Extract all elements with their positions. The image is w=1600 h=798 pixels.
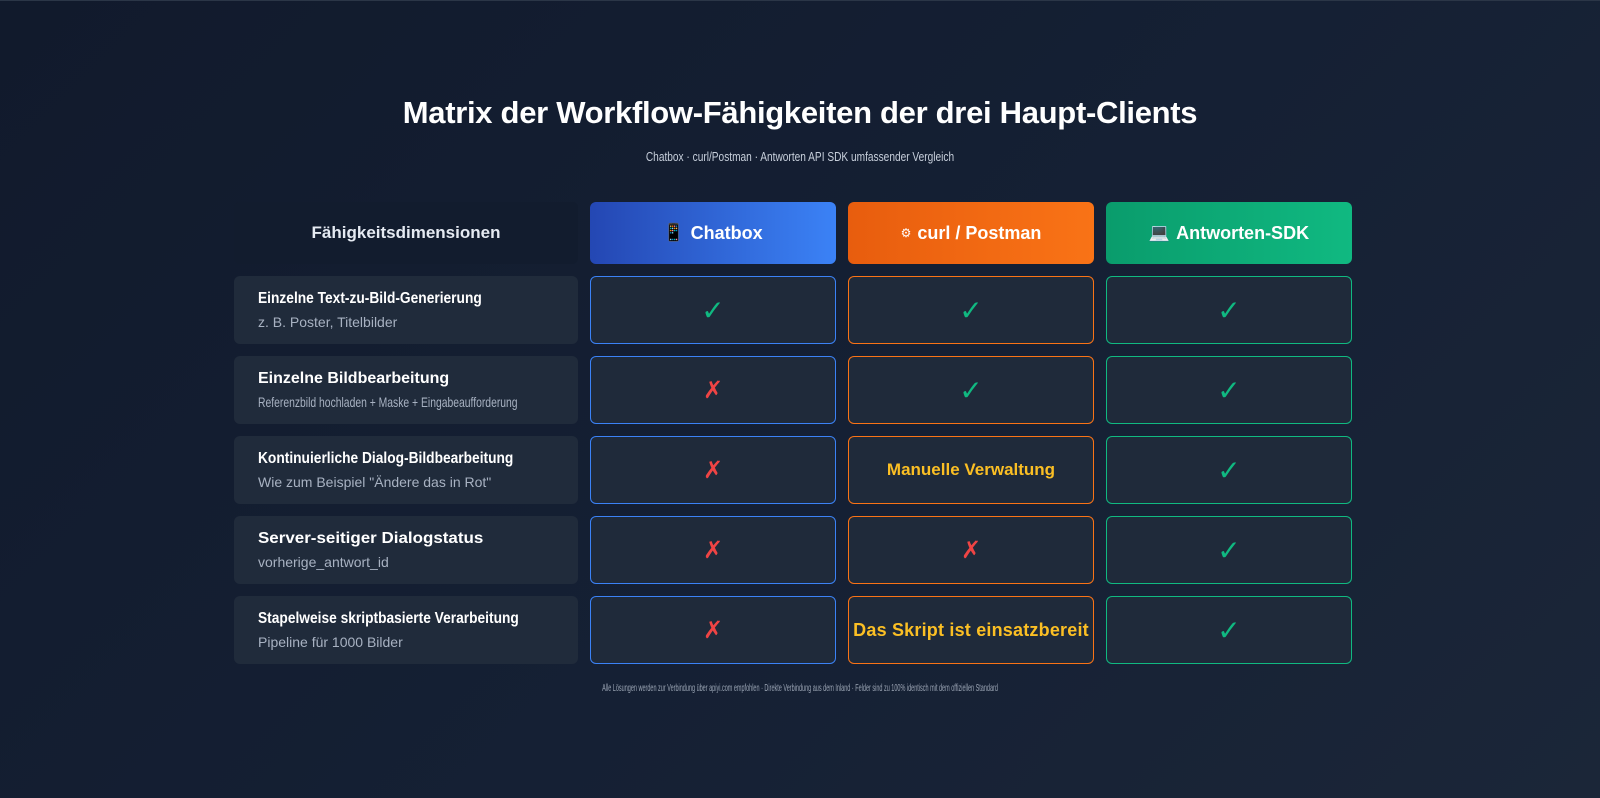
check-icon: ✓ [1217, 374, 1241, 406]
dimension-title: Server-seitiger Dialogstatus [258, 530, 484, 547]
dimension-subtitle: Pipeline für 1000 Bilder [258, 634, 403, 650]
cell-chatbox: ✗ [590, 436, 836, 504]
dimension-subtitle: Wie zum Beispiel "Ändere das in Rot" [258, 474, 492, 490]
header-dimensions-label: Fähigkeitsdimensionen [311, 223, 501, 242]
check-icon: ✓ [1217, 454, 1241, 486]
dimension-subtitle: z. B. Poster, Titelbilder [258, 314, 398, 330]
header-dimensions: Fähigkeitsdimensionen [234, 202, 578, 264]
check-icon: ✓ [1217, 614, 1241, 646]
dimension-row-5: Stapelweise skriptbasierte Verarbeitung … [234, 596, 578, 664]
cell-chatbox: ✓ [590, 276, 836, 344]
dimension-title: Einzelne Text-zu-Bild-Generierung [258, 290, 482, 307]
cell-curl-postman: ✗ [848, 516, 1094, 584]
check-icon: ✓ [959, 294, 983, 326]
dimension-subtitle: vorherige_antwort_id [258, 554, 389, 570]
top-border-line [0, 0, 1600, 1]
cell-chatbox: ✗ [590, 596, 836, 664]
dimension-row-2: Einzelne Bildbearbeitung Referenzbild ho… [234, 356, 578, 424]
status-note: Manuelle Verwaltung [886, 460, 1056, 479]
cell-curl-postman: Manuelle Verwaltung [848, 436, 1094, 504]
dimension-subtitle: Referenzbild hochladen + Maske + Eingabe… [258, 394, 518, 410]
header-antworten-sdk-label: Antworten-SDK [1176, 222, 1310, 243]
cell-curl-postman: ✓ [848, 276, 1094, 344]
cell-antworten-sdk: ✓ [1106, 436, 1352, 504]
cross-icon: ✗ [702, 616, 724, 644]
dimension-title: Stapelweise skriptbasierte Verarbeitung [258, 610, 519, 627]
dimension-title: Einzelne Bildbearbeitung [258, 370, 450, 387]
cell-antworten-sdk: ✓ [1106, 276, 1352, 344]
capability-matrix: Fähigkeitsdimensionen 📱 Chatbox ⚙ curl /… [234, 202, 1354, 664]
header-curl-postman: ⚙ curl / Postman [848, 202, 1094, 264]
laptop-icon: 💻 [1148, 223, 1171, 242]
check-icon: ✓ [701, 294, 725, 326]
status-note: Das Skript ist einsatzbereit [853, 619, 1089, 640]
header-chatbox: 📱 Chatbox [590, 202, 836, 264]
cross-icon: ✗ [960, 536, 982, 564]
check-icon: ✓ [959, 374, 983, 406]
cross-icon: ✗ [702, 456, 724, 484]
cell-antworten-sdk: ✓ [1106, 356, 1352, 424]
cross-icon: ✗ [702, 376, 724, 404]
mobile-phone-icon: 📱 [663, 223, 685, 242]
check-icon: ✓ [1217, 534, 1241, 566]
gear-icon: ⚙ [900, 226, 912, 240]
cross-icon: ✗ [702, 536, 724, 564]
header-chatbox-label: Chatbox [690, 222, 763, 243]
check-icon: ✓ [1217, 294, 1241, 326]
cell-antworten-sdk: ✓ [1106, 516, 1352, 584]
footnote: Alle Lösungen werden zur Verbindung über… [602, 683, 998, 694]
cell-antworten-sdk: ✓ [1106, 596, 1352, 664]
cell-curl-postman: Das Skript ist einsatzbereit [848, 596, 1094, 664]
dimension-row-3: Kontinuierliche Dialog-Bildbearbeitung W… [234, 436, 578, 504]
dimension-row-4: Server-seitiger Dialogstatus vorherige_a… [234, 516, 578, 584]
page-subtitle: Chatbox · curl/Postman · Antworten API S… [645, 149, 955, 164]
dimension-title: Kontinuierliche Dialog-Bildbearbeitung [258, 450, 514, 467]
cell-chatbox: ✗ [590, 356, 836, 424]
cell-chatbox: ✗ [590, 516, 836, 584]
header-curl-postman-label: curl / Postman [917, 222, 1042, 243]
page-title: Matrix der Workflow-Fähigkeiten der drei… [402, 95, 1198, 130]
cell-curl-postman: ✓ [848, 356, 1094, 424]
header-antworten-sdk: 💻 Antworten-SDK [1106, 202, 1352, 264]
dimension-row-1: Einzelne Text-zu-Bild-Generierung z. B. … [234, 276, 578, 344]
